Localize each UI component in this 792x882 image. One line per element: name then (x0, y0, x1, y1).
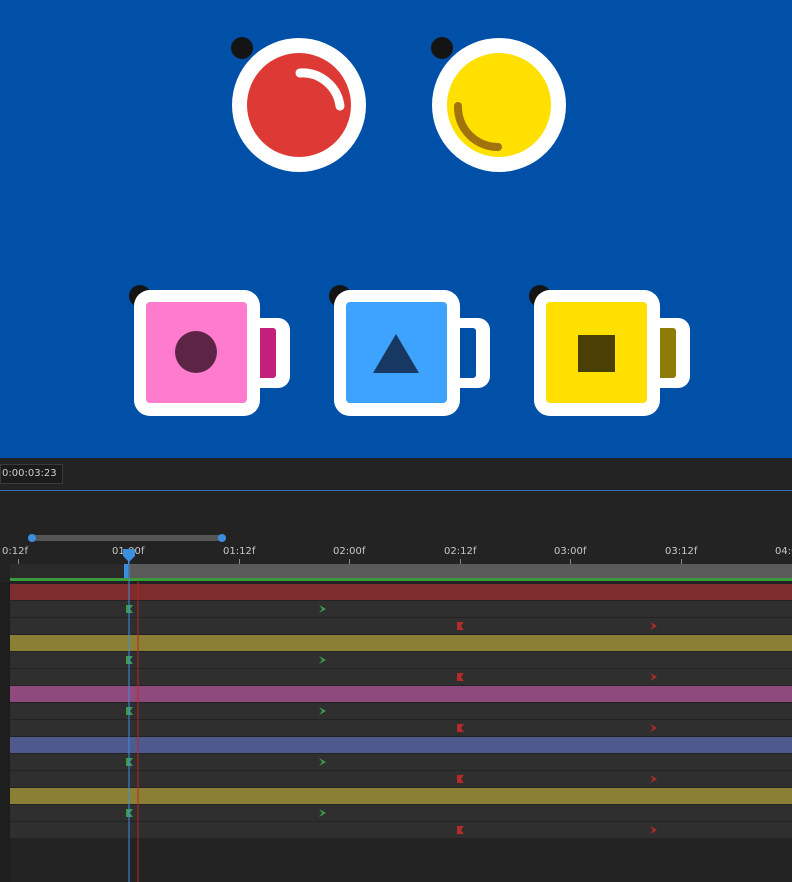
composition-canvas (129, 37, 690, 416)
composition-viewer (0, 0, 792, 458)
keyframe-red (457, 826, 464, 834)
playhead-handle (123, 549, 135, 562)
timeline-panel: 0:00:03:23 0:12f 01:00f 01:12f 02:00f 02… (0, 458, 792, 882)
keyframe-red (650, 622, 657, 630)
keyframe-green (319, 605, 326, 613)
keyframe-red (457, 775, 464, 783)
keyframe-red (457, 673, 464, 681)
keyframe-green (319, 809, 326, 817)
yellow-button-icon[interactable] (431, 37, 566, 172)
keyframe-red (457, 724, 464, 732)
keyframe-green (319, 707, 326, 715)
keyframe-green (319, 758, 326, 766)
keyframe-red (650, 673, 657, 681)
pink-mug-circle-icon[interactable] (129, 285, 290, 416)
keyframes-layer (123, 549, 657, 882)
keyframe-red (650, 775, 657, 783)
keyframe-green (319, 656, 326, 664)
keyframe-red (650, 826, 657, 834)
keyframe-red (650, 724, 657, 732)
work-area-start-handle (124, 564, 128, 578)
keyframe-red (457, 622, 464, 630)
blue-mug-triangle-icon[interactable] (329, 285, 490, 416)
red-button-icon[interactable] (231, 37, 366, 172)
yellow-mug-square-icon[interactable] (529, 285, 690, 416)
